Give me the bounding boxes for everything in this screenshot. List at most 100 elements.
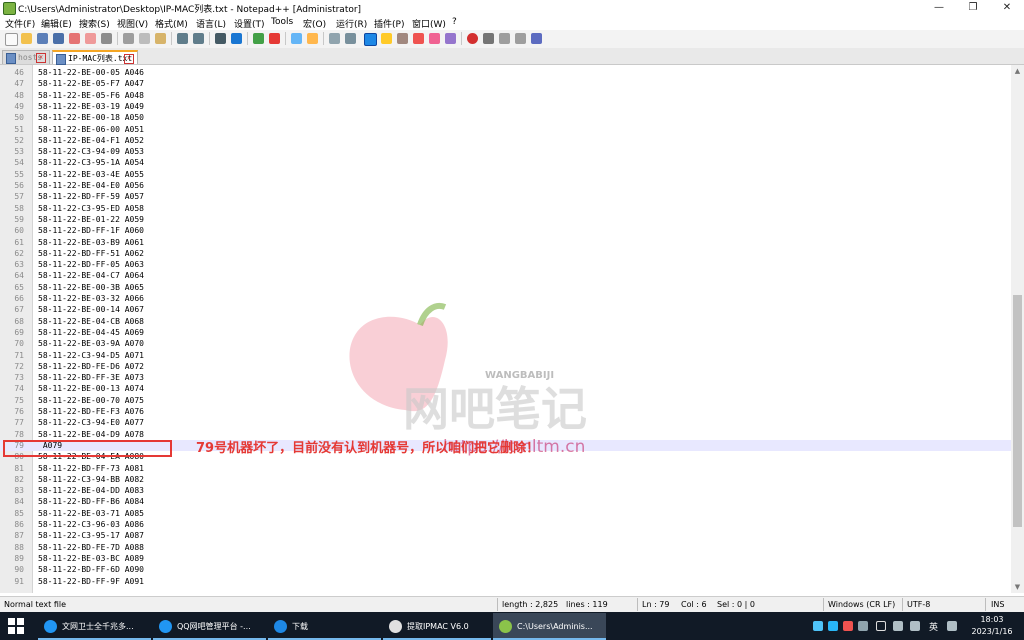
editor-line[interactable]: 51 58-11-22-BE-06-00 A051 xyxy=(0,124,1011,135)
vertical-scrollbar[interactable]: ▲ ▼ xyxy=(1011,65,1024,593)
editor-line[interactable]: 54 58-11-22-C3-95-1A A054 xyxy=(0,157,1011,168)
function-list-icon[interactable] xyxy=(413,33,424,44)
run-macro-multiple-icon[interactable] xyxy=(515,33,526,44)
udl-icon[interactable] xyxy=(381,33,392,44)
editor-line[interactable]: 47 58-11-22-BE-05-F7 A047 xyxy=(0,78,1011,89)
editor-line[interactable]: 88 58-11-22-BD-FE-7D A088 xyxy=(0,542,1011,553)
sync-vertical-icon[interactable] xyxy=(291,33,302,44)
editor-line[interactable]: 62 58-11-22-BD-FF-51 A062 xyxy=(0,248,1011,259)
network-status-icon[interactable] xyxy=(893,621,903,631)
editor-line[interactable]: 46 58-11-22-BE-00-05 A046 xyxy=(0,67,1011,78)
editor-line[interactable]: 58 58-11-22-C3-95-ED A058 xyxy=(0,203,1011,214)
open-file-icon[interactable] xyxy=(21,33,32,44)
editor-line[interactable]: 59 58-11-22-BE-01-22 A059 xyxy=(0,214,1011,225)
menu-format[interactable]: 格式(M) xyxy=(155,17,188,30)
folder-workspace-icon[interactable] xyxy=(429,33,440,44)
system-clock[interactable]: 18:03 2023/1/16 xyxy=(964,614,1020,638)
menu-search[interactable]: 搜索(S) xyxy=(79,17,110,30)
menu-view[interactable]: 视图(V) xyxy=(117,17,148,30)
status-encoding[interactable]: UTF-8 xyxy=(907,600,930,609)
monitoring-icon[interactable] xyxy=(445,33,456,44)
volume-icon[interactable] xyxy=(910,621,920,631)
menu-tools[interactable]: Tools xyxy=(271,17,293,27)
zoom-out-icon[interactable] xyxy=(269,33,280,44)
taskbar-item-wenwang[interactable]: 文网卫士全千兆多... xyxy=(38,613,151,640)
menu-run[interactable]: 运行(R) xyxy=(336,17,367,30)
print-icon[interactable] xyxy=(101,33,112,44)
ime-indicator[interactable]: 英 xyxy=(929,620,938,633)
record-macro-icon[interactable] xyxy=(467,33,478,44)
scroll-up-icon[interactable]: ▲ xyxy=(1011,65,1024,77)
editor-line[interactable]: 87 58-11-22-C3-95-17 A087 xyxy=(0,530,1011,541)
taskbar-item-ipmac-tool[interactable]: 提取IPMAC V6.0 xyxy=(383,613,491,640)
doc-map-icon[interactable] xyxy=(397,33,408,44)
editor-line[interactable]: 56 58-11-22-BE-04-E0 A056 xyxy=(0,180,1011,191)
copy-icon[interactable] xyxy=(139,33,150,44)
editor-line[interactable]: 60 58-11-22-BD-FF-1F A060 xyxy=(0,225,1011,236)
editor-line[interactable]: 55 58-11-22-BE-03-4E A055 xyxy=(0,169,1011,180)
minimize-button[interactable]: — xyxy=(922,0,956,16)
tab-hosts[interactable]: hosts ✕ xyxy=(2,50,50,64)
scroll-down-icon[interactable]: ▼ xyxy=(1011,581,1024,593)
close-all-icon[interactable] xyxy=(85,33,96,44)
close-file-icon[interactable] xyxy=(69,33,80,44)
find-icon[interactable] xyxy=(215,33,226,44)
menu-window[interactable]: 窗口(W) xyxy=(412,17,446,30)
editor-line[interactable]: 52 58-11-22-BE-04-F1 A052 xyxy=(0,135,1011,146)
status-eol[interactable]: Windows (CR LF) xyxy=(828,600,895,609)
new-file-icon[interactable] xyxy=(5,33,18,46)
editor-line[interactable]: 49 58-11-22-BE-03-19 A049 xyxy=(0,101,1011,112)
ime-mode-icon[interactable] xyxy=(947,621,957,631)
windows-start-icon[interactable] xyxy=(8,618,24,634)
stop-macro-icon[interactable] xyxy=(483,33,494,44)
menu-file[interactable]: 文件(F) xyxy=(5,17,35,30)
save-all-icon[interactable] xyxy=(53,33,64,44)
indent-guide-icon[interactable] xyxy=(364,33,377,46)
network-tray-icon[interactable] xyxy=(828,621,838,631)
editor-line[interactable]: 90 58-11-22-BD-FF-6D A090 xyxy=(0,564,1011,575)
save-macro-icon[interactable] xyxy=(531,33,542,44)
zoom-in-icon[interactable] xyxy=(253,33,264,44)
editor-line[interactable]: 85 58-11-22-BE-03-71 A085 xyxy=(0,508,1011,519)
show-all-chars-icon[interactable] xyxy=(345,33,356,44)
scrollbar-thumb[interactable] xyxy=(1013,295,1022,527)
undo-icon[interactable] xyxy=(177,33,188,44)
replace-icon[interactable] xyxy=(231,33,242,44)
display-tray-icon[interactable] xyxy=(876,621,886,631)
tab-ip-mac-list[interactable]: IP-MAC列表.txt ✕ xyxy=(52,50,138,65)
security-tray-icon[interactable] xyxy=(843,621,853,631)
sync-horizontal-icon[interactable] xyxy=(307,33,318,44)
tab-close-icon[interactable]: ✕ xyxy=(36,53,46,63)
editor-line[interactable]: 91 58-11-22-BD-FF-9F A091 xyxy=(0,576,1011,587)
editor-line[interactable]: 86 58-11-22-C3-96-03 A086 xyxy=(0,519,1011,530)
editor-line[interactable]: 48 58-11-22-BE-05-F6 A048 xyxy=(0,90,1011,101)
taskbar-item-notepadpp[interactable]: C:\Users\Adminis... xyxy=(493,613,606,640)
text-editor[interactable]: 46 58-11-22-BE-00-05 A046 47 58-11-22-BE-05… xyxy=(0,65,1011,593)
menu-language[interactable]: 语言(L) xyxy=(196,17,226,30)
menu-plugins[interactable]: 插件(P) xyxy=(374,17,404,30)
editor-line[interactable]: 50 58-11-22-BE-00-18 A050 xyxy=(0,112,1011,123)
editor-line[interactable]: 57 58-11-22-BD-FF-59 A057 xyxy=(0,191,1011,202)
taskbar-item-qq-netbar[interactable]: QQ网吧管理平台 -... xyxy=(153,613,266,640)
editor-line[interactable]: 53 58-11-22-C3-94-09 A053 xyxy=(0,146,1011,157)
tab-close-icon[interactable]: ✕ xyxy=(124,54,134,64)
status-insert-mode[interactable]: INS xyxy=(991,600,1004,609)
play-macro-icon[interactable] xyxy=(499,33,510,44)
redo-icon[interactable] xyxy=(193,33,204,44)
close-window-button[interactable]: ✕ xyxy=(990,0,1024,16)
editor-line[interactable]: 61 58-11-22-BE-03-B9 A061 xyxy=(0,237,1011,248)
paste-icon[interactable] xyxy=(155,33,166,44)
editor-line[interactable]: 84 58-11-22-BD-FF-B6 A084 xyxy=(0,496,1011,507)
cut-icon[interactable] xyxy=(123,33,134,44)
menu-help[interactable]: ? xyxy=(452,17,457,27)
editor-line[interactable]: 83 58-11-22-BE-04-DD A083 xyxy=(0,485,1011,496)
editor-line[interactable]: 89 58-11-22-BE-03-BC A089 xyxy=(0,553,1011,564)
editor-line[interactable]: 82 58-11-22-C3-94-BB A082 xyxy=(0,474,1011,485)
save-icon[interactable] xyxy=(37,33,48,44)
taskbar-item-downloads[interactable]: 下载 xyxy=(268,613,381,640)
qq-tray-icon[interactable] xyxy=(813,621,823,631)
menu-settings[interactable]: 设置(T) xyxy=(234,17,265,30)
word-wrap-icon[interactable] xyxy=(329,33,340,44)
maximize-button[interactable]: ❐ xyxy=(956,0,990,16)
app-tray-icon[interactable] xyxy=(858,621,868,631)
